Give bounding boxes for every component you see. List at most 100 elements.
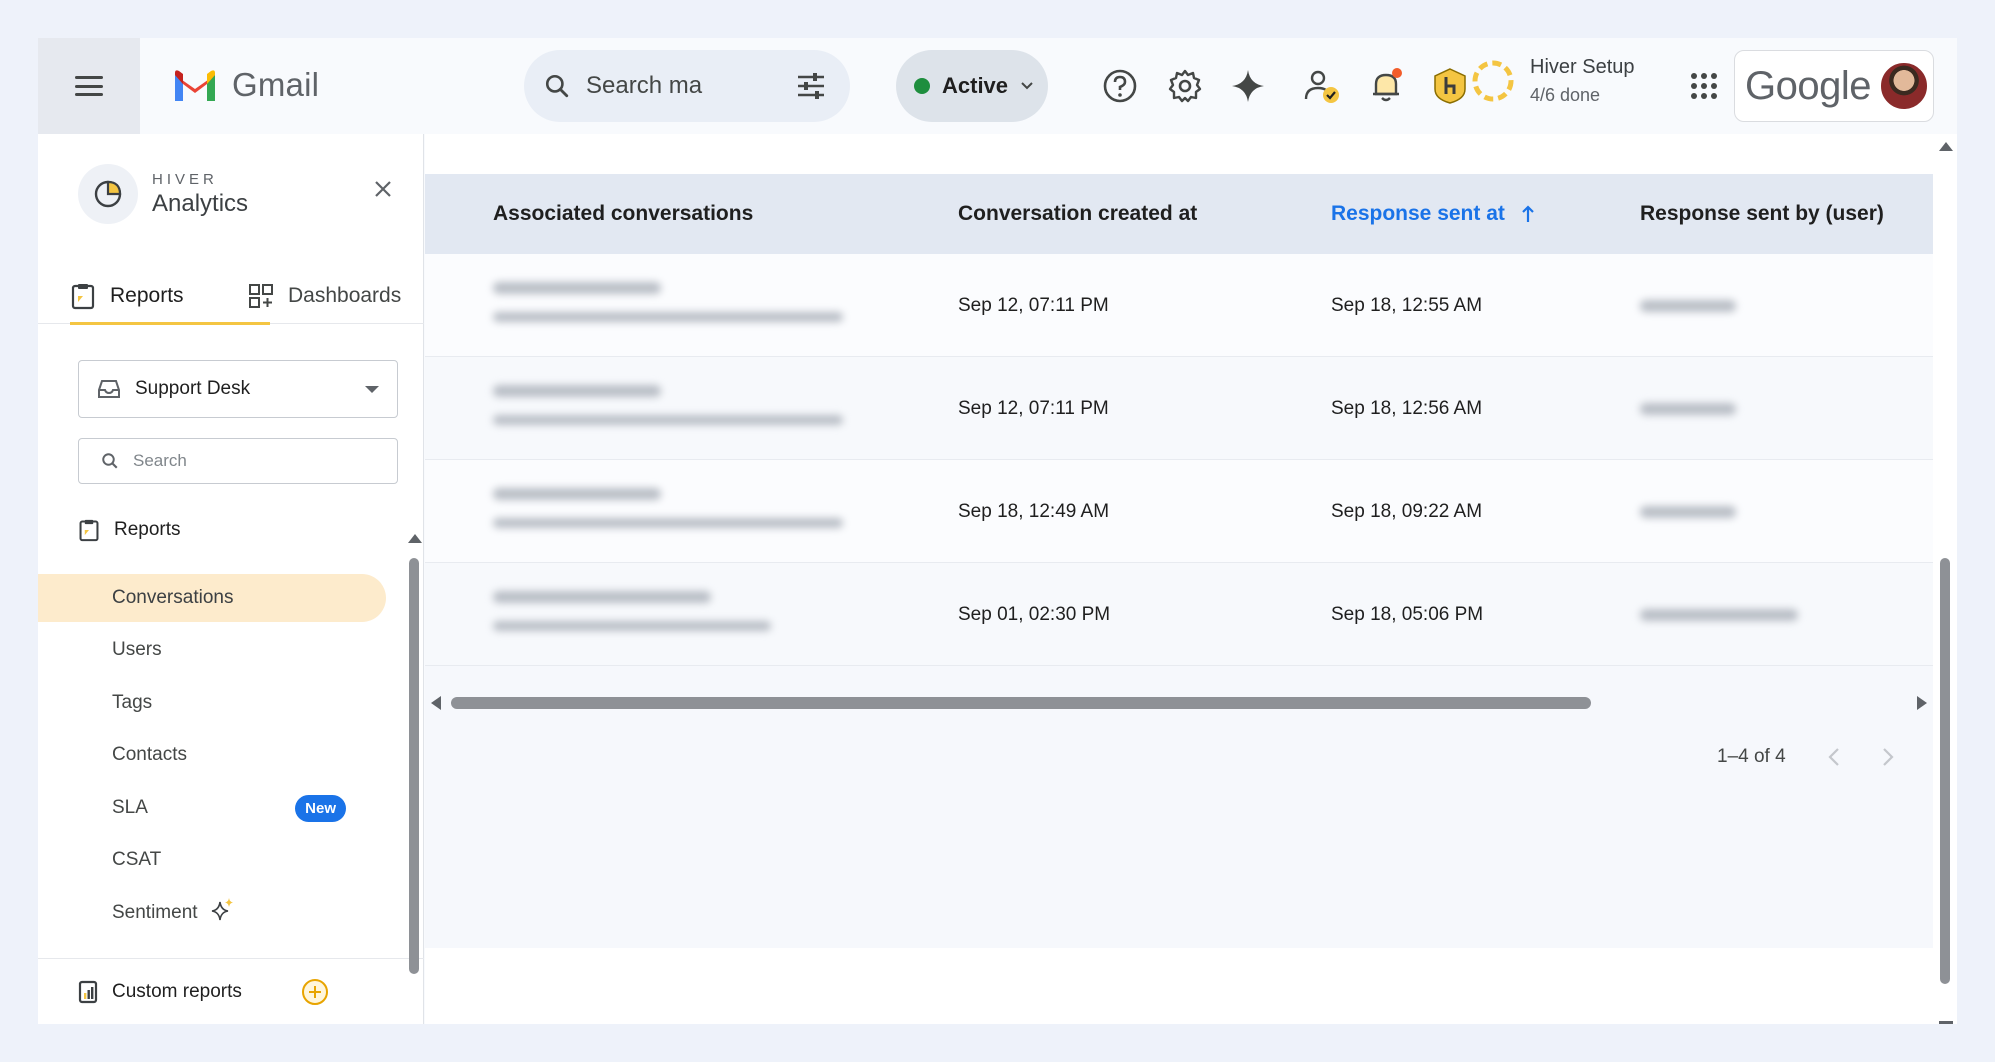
hamburger-icon xyxy=(75,76,103,96)
sent-by-cell-redacted xyxy=(1640,563,1798,666)
brand-small: HIVER xyxy=(152,170,218,188)
gmail-logo[interactable]: Gmail xyxy=(172,66,319,104)
scroll-down-arrow-icon[interactable] xyxy=(1939,1021,1953,1024)
help-icon[interactable] xyxy=(1100,66,1140,106)
setup-title: Hiver Setup xyxy=(1530,56,1635,78)
status-dot-icon xyxy=(914,78,930,94)
conversation-cell-redacted[interactable] xyxy=(493,591,771,631)
scroll-left-arrow-icon[interactable] xyxy=(431,696,441,710)
hiver-setup-progress[interactable]: Hiver Setup 4/6 done xyxy=(1470,56,1635,106)
reports-section-label: Reports xyxy=(114,519,181,540)
inbox-select-value: Support Desk xyxy=(135,378,251,399)
scroll-right-arrow-icon[interactable] xyxy=(1917,696,1927,710)
sidebar-item-sentiment[interactable]: Sentiment xyxy=(38,889,386,937)
close-icon[interactable] xyxy=(374,180,392,203)
active-tab-indicator xyxy=(70,322,270,325)
google-account-button[interactable]: Google xyxy=(1734,50,1934,122)
app-window: Gmail Search ma Active Hiver Setup 4/6 d… xyxy=(38,38,1957,1024)
table-row[interactable]: Sep 12, 07:11 PM Sep 18, 12:56 AM xyxy=(425,357,1933,460)
tab-reports[interactable]: Reports xyxy=(70,268,270,325)
conversation-cell-redacted[interactable] xyxy=(493,282,843,322)
sparkle-icon xyxy=(211,898,233,921)
report-search-field[interactable]: Search xyxy=(78,438,398,484)
report-search-input[interactable]: Search xyxy=(133,451,187,471)
search-icon xyxy=(102,453,118,469)
sidebar-item-csat[interactable]: CSAT xyxy=(38,836,386,884)
column-response-sent-by[interactable]: Response sent by (user) xyxy=(1640,174,1884,254)
add-custom-report-icon[interactable] xyxy=(300,977,330,1007)
sent-by-cell-redacted xyxy=(1640,357,1736,460)
search-input[interactable]: Search ma xyxy=(586,72,796,100)
inbox-tray-icon xyxy=(98,380,120,398)
column-associated-conversations[interactable]: Associated conversations xyxy=(493,174,753,254)
sidebar-scrollbar[interactable] xyxy=(408,534,422,974)
chevron-down-icon xyxy=(1021,82,1033,90)
previous-page-icon[interactable] xyxy=(1828,747,1840,767)
sidebar-item-tags[interactable]: Tags xyxy=(38,679,386,727)
conversation-cell-redacted[interactable] xyxy=(493,385,843,425)
hiver-shield-icon[interactable] xyxy=(1430,66,1470,106)
analytics-pie-icon xyxy=(78,164,138,224)
horizontal-scrollbar[interactable] xyxy=(425,691,1933,715)
setup-progress-text: 4/6 done xyxy=(1530,85,1601,105)
tab-dashboards[interactable]: Dashboards xyxy=(248,268,401,324)
vertical-scrollbar[interactable] xyxy=(1937,134,1953,1024)
search-options-icon[interactable] xyxy=(796,72,826,100)
avatar xyxy=(1878,61,1929,111)
sidebar-scroll-thumb[interactable] xyxy=(409,558,419,974)
sidebar-item-label: Contacts xyxy=(112,744,187,765)
sent-by-cell-redacted xyxy=(1640,460,1736,563)
custom-reports-item[interactable]: Custom reports xyxy=(38,958,424,1024)
sidebar-item-users[interactable]: Users xyxy=(38,626,386,674)
response-sent-at-cell: Sep 18, 12:56 AM xyxy=(1331,397,1483,419)
created-at-cell: Sep 12, 07:11 PM xyxy=(958,397,1109,419)
scroll-up-arrow-icon[interactable] xyxy=(1939,142,1953,151)
vertical-scroll-thumb[interactable] xyxy=(1940,558,1950,984)
dashboard-grid-icon xyxy=(249,284,273,308)
custom-report-icon xyxy=(78,980,98,1003)
table-row[interactable]: Sep 12, 07:11 PM Sep 18, 12:55 AM xyxy=(425,254,1933,357)
sidebar-item-label: SLA xyxy=(112,797,148,818)
column-response-sent-at[interactable]: Response sent at xyxy=(1331,174,1535,254)
response-sent-at-cell: Sep 18, 09:22 AM xyxy=(1331,500,1483,522)
report-content: Associated conversations Conversation cr… xyxy=(425,134,1957,1024)
status-dropdown[interactable]: Active xyxy=(896,50,1048,122)
sidebar-item-contacts[interactable]: Contacts xyxy=(38,731,386,779)
sidebar-item-sla[interactable]: SLA New xyxy=(38,784,386,832)
conversations-table: Associated conversations Conversation cr… xyxy=(425,174,1933,948)
search-icon xyxy=(545,74,569,98)
horizontal-scroll-thumb[interactable] xyxy=(451,697,1591,709)
created-at-cell: Sep 01, 02:30 PM xyxy=(958,603,1111,625)
settings-gear-icon[interactable] xyxy=(1165,66,1205,106)
sidebar-item-label: Tags xyxy=(112,692,153,713)
table-header: Associated conversations Conversation cr… xyxy=(425,174,1933,254)
pagination: 1–4 of 4 xyxy=(1717,746,1894,768)
apps-grid-icon[interactable] xyxy=(1684,66,1724,106)
tab-reports-label: Reports xyxy=(110,284,184,307)
sidebar-item-label: Conversations xyxy=(112,587,234,608)
brand-title: Analytics xyxy=(152,189,249,217)
inbox-select[interactable]: Support Desk xyxy=(78,360,398,418)
table-row[interactable]: Sep 18, 12:49 AM Sep 18, 09:22 AM xyxy=(425,460,1933,563)
notifications-bell-icon[interactable] xyxy=(1366,66,1406,106)
conversation-cell-redacted[interactable] xyxy=(493,488,843,528)
analytics-sidebar: HIVER Analytics Reports Dashboards Suppo… xyxy=(38,134,424,1024)
sidebar-item-label: CSAT xyxy=(112,849,162,870)
column-label: Response sent at xyxy=(1331,202,1505,225)
user-status-icon[interactable] xyxy=(1302,66,1342,106)
reports-section-header[interactable]: Reports xyxy=(78,518,181,542)
response-sent-at-cell: Sep 18, 05:06 PM xyxy=(1331,603,1484,625)
google-wordmark: Google xyxy=(1745,63,1871,108)
sort-ascending-arrow-icon[interactable] xyxy=(1521,204,1535,224)
tab-dashboards-label: Dashboards xyxy=(288,284,402,307)
table-row[interactable]: Sep 01, 02:30 PM Sep 18, 05:06 PM xyxy=(425,563,1933,666)
scroll-up-arrow-icon[interactable] xyxy=(408,534,422,543)
gemini-sparkle-icon[interactable] xyxy=(1228,66,1268,106)
mail-search-bar[interactable]: Search ma xyxy=(524,50,850,122)
caret-down-icon xyxy=(365,386,379,393)
sidebar-item-conversations[interactable]: Conversations xyxy=(38,574,386,622)
column-conversation-created-at[interactable]: Conversation created at xyxy=(958,174,1197,254)
custom-reports-label: Custom reports xyxy=(112,980,242,1002)
next-page-icon[interactable] xyxy=(1882,747,1894,767)
main-menu-button[interactable] xyxy=(38,38,140,134)
